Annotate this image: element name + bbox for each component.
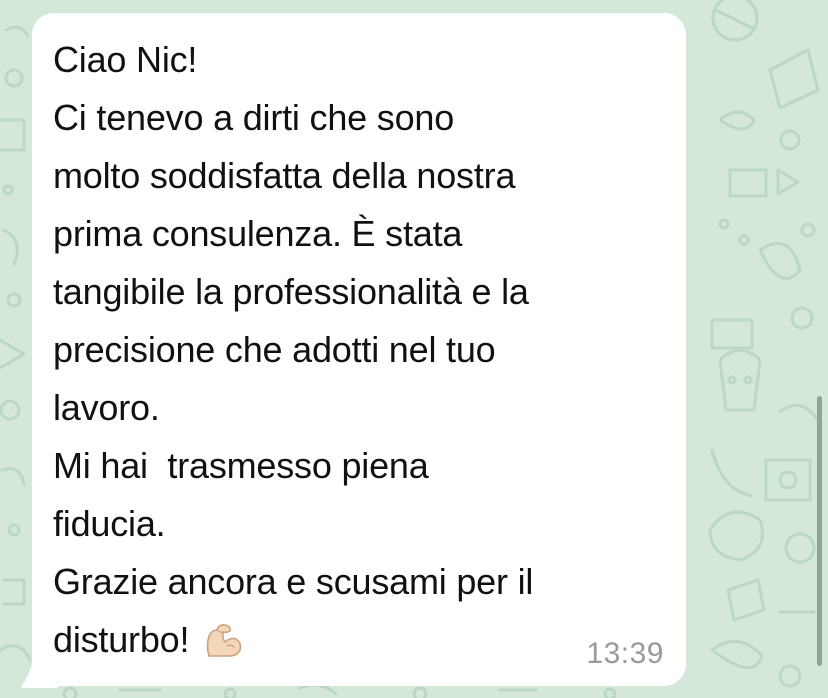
message-line: Ciao Nic! bbox=[53, 39, 198, 80]
message-line: Mi hai trasmesso piena bbox=[53, 445, 429, 486]
message-line: lavoro. bbox=[53, 387, 160, 428]
message-text: Ciao Nic! Ci tenevo a dirti che sono molto… bbox=[53, 31, 666, 669]
message-line: Grazie ancora e scusami per il bbox=[53, 561, 534, 602]
chat-scrollbar[interactable] bbox=[817, 396, 822, 666]
message-timestamp: 13:39 bbox=[586, 637, 664, 670]
message-line: precisione che adotti nel tuo bbox=[53, 329, 496, 370]
message-line: fiducia. bbox=[53, 503, 166, 544]
message-line-last: disturbo! bbox=[53, 611, 666, 669]
message-line: Ci tenevo a dirti che sono bbox=[53, 97, 455, 138]
incoming-message-bubble[interactable]: Ciao Nic! Ci tenevo a dirti che sono molto… bbox=[32, 13, 686, 686]
message-line: prima consulenza. È stata bbox=[53, 213, 463, 254]
message-line: molto soddisfatta della nostra bbox=[53, 155, 516, 196]
message-line: tangibile la professionalità e la bbox=[53, 271, 529, 312]
flexed-biceps-icon bbox=[203, 617, 243, 657]
message-line: disturbo! bbox=[53, 619, 190, 660]
